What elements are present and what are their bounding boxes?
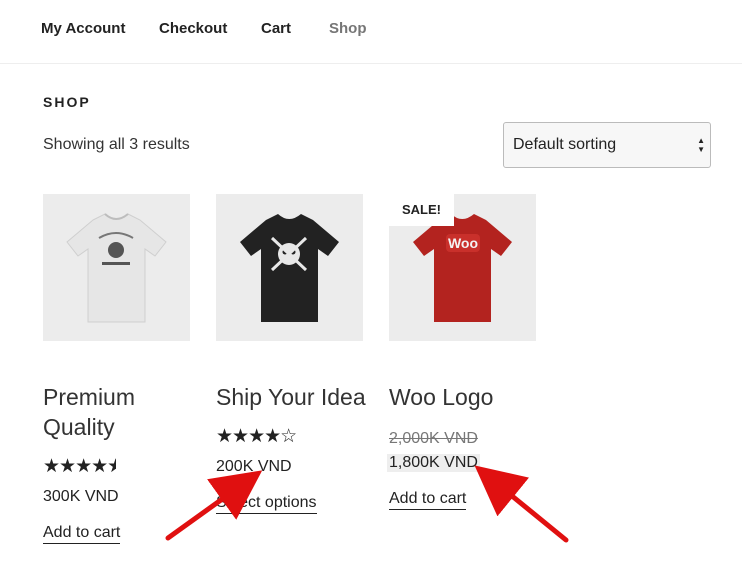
nav-my-account[interactable]: My Account xyxy=(41,20,125,37)
tshirt-white-icon xyxy=(66,213,167,323)
nav-cart[interactable]: Cart xyxy=(261,20,291,37)
sorting-selected-value: Default sorting xyxy=(513,136,617,153)
product-sale-price: 1,800K VND xyxy=(387,454,480,472)
top-navigation: My Account Checkout Cart Shop xyxy=(0,0,742,64)
add-to-cart-button-premium-quality[interactable]: Add to cart xyxy=(43,524,121,544)
select-arrows-icon: ▲ ▼ xyxy=(697,136,705,154)
product-title-ship-your-idea[interactable]: Ship Your Idea xyxy=(216,382,366,412)
nav-checkout[interactable]: Checkout xyxy=(159,20,227,37)
add-to-cart-button-woo-logo[interactable]: Add to cart xyxy=(389,490,467,510)
product-title-woo-logo[interactable]: Woo Logo xyxy=(389,382,493,412)
result-count: Showing all 3 results xyxy=(43,136,190,153)
product-price: 200K VND xyxy=(216,458,292,475)
product-title-premium-quality[interactable]: Premium Quality xyxy=(43,382,135,442)
sale-badge: SALE! xyxy=(389,194,454,226)
sorting-select[interactable]: Default sorting ▲ ▼ xyxy=(503,122,711,168)
product-image-ship-your-idea[interactable] xyxy=(216,194,363,341)
product-old-price: 2,000K VND xyxy=(389,430,478,447)
rating-stars-icon: ★★★★★ xyxy=(43,456,117,477)
rating-stars-icon: ★★★★☆ xyxy=(216,426,297,447)
product-price: 300K VND xyxy=(43,488,119,505)
woo-logo-text: Woo xyxy=(448,235,478,251)
nav-shop[interactable]: Shop xyxy=(329,20,367,37)
page-title: SHOP xyxy=(43,94,91,110)
arrow-to-sale-price-woo-logo xyxy=(474,465,569,543)
product-title-line2: Quality xyxy=(43,414,115,440)
select-options-button-ship-your-idea[interactable]: Select options xyxy=(216,494,317,514)
tshirt-black-icon xyxy=(240,214,339,322)
product-title-line1: Premium xyxy=(43,384,136,410)
product-image-premium-quality[interactable] xyxy=(43,194,190,341)
